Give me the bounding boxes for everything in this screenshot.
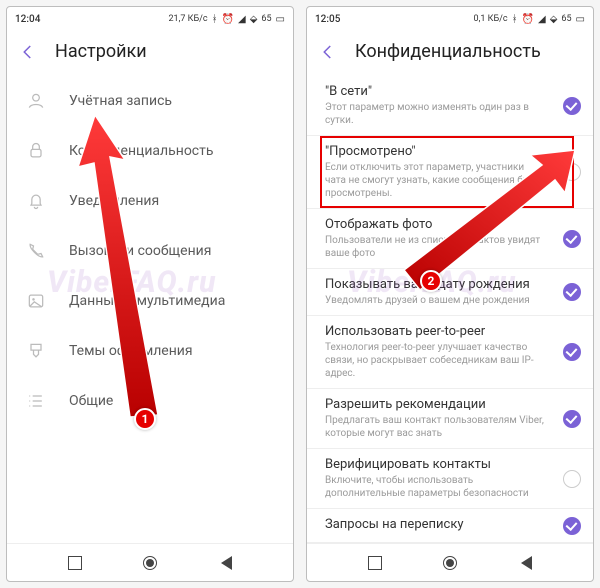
item-title: "В сети" [325, 84, 547, 99]
brush-icon [25, 340, 47, 362]
lock-icon [25, 140, 47, 162]
image-icon [25, 290, 47, 312]
item-label: Конфиденциальность [69, 143, 213, 159]
recent-apps-button[interactable] [68, 556, 82, 570]
list-icon [25, 390, 47, 412]
item-label: Уведомления [69, 193, 159, 209]
item-title: "Просмотрено" [325, 144, 547, 159]
item-title: Отображать фото [325, 217, 547, 232]
privacy-list: "В сети" Этот параметр можно изменять од… [307, 76, 593, 543]
bell-icon [25, 190, 47, 212]
signal-icon: ◢ [538, 14, 546, 25]
item-label: Общие [69, 393, 113, 409]
privacy-item-birthday[interactable]: Показывать вашу дату рождения Уведомлять… [307, 269, 593, 316]
status-time: 12:05 [315, 14, 340, 25]
privacy-item-requests[interactable]: Запросы на переписку [307, 509, 593, 543]
privacy-item-seen[interactable]: "Просмотрено" Если отключить этот параме… [307, 136, 593, 209]
item-title: Запросы на переписку [325, 517, 547, 532]
status-icons: 0,1 КБ/с ᚼ ⏰ ◢ ⬙ 65 ▭ [474, 14, 585, 25]
sidebar-item-privacy[interactable]: Конфиденциальность [7, 126, 293, 176]
item-label: Темы оформления [69, 343, 193, 359]
phone-icon [25, 240, 47, 262]
user-icon [25, 90, 47, 112]
item-desc: Этот параметр можно изменять один раз в … [325, 101, 547, 127]
toggle[interactable] [563, 97, 581, 115]
header: Настройки [7, 31, 293, 76]
back-button[interactable] [218, 556, 232, 570]
item-label: Данные и мультимедиа [69, 293, 225, 309]
android-navbar [307, 543, 593, 581]
battery-icon: ▭ [276, 14, 285, 25]
recent-apps-button[interactable] [368, 556, 382, 570]
wifi-icon: ⬙ [550, 14, 558, 25]
page-title: Настройки [55, 41, 147, 62]
battery-icon: ▭ [576, 14, 585, 25]
settings-list: Учётная запись Конфиденциальность Уведом… [7, 76, 293, 543]
status-bar: 12:05 0,1 КБ/с ᚼ ⏰ ◢ ⬙ 65 ▭ [307, 7, 593, 31]
item-label: Вызовы и сообщения [69, 243, 211, 259]
toggle[interactable] [563, 343, 581, 361]
back-icon[interactable] [319, 43, 337, 61]
header: Конфиденциальность [307, 31, 593, 76]
sidebar-item-themes[interactable]: Темы оформления [7, 326, 293, 376]
item-desc: Технология peer-to-peer улучшает качеств… [325, 341, 547, 380]
alarm-icon: ⏰ [222, 14, 234, 25]
item-desc: Уведомлять друзей о вашем дне рождения [325, 294, 547, 307]
phone-left: 12:04 21,7 КБ/с ᚼ ⏰ ◢ ⬙ 65 ▭ Настройки У… [6, 6, 294, 582]
bluetooth-icon: ᚼ [512, 14, 518, 25]
back-icon[interactable] [19, 43, 37, 61]
toggle[interactable] [563, 470, 581, 488]
item-title: Верифицировать контакты [325, 457, 547, 472]
status-icons: 21,7 КБ/с ᚼ ⏰ ◢ ⬙ 65 ▭ [169, 14, 286, 25]
privacy-item-photo[interactable]: Отображать фото Пользователи не из списк… [307, 209, 593, 269]
privacy-item-p2p[interactable]: Использовать peer-to-peer Технология pee… [307, 316, 593, 389]
sidebar-item-notifications[interactable]: Уведомления [7, 176, 293, 226]
item-label: Учётная запись [69, 93, 172, 109]
phone-right: 12:05 0,1 КБ/с ᚼ ⏰ ◢ ⬙ 65 ▭ Конфиденциал… [306, 6, 594, 582]
sidebar-item-general[interactable]: Общие [7, 376, 293, 426]
item-desc: Пользователи не из списка контактов увид… [325, 234, 547, 260]
item-title: Использовать peer-to-peer [325, 324, 547, 339]
sidebar-item-calls[interactable]: Вызовы и сообщения [7, 226, 293, 276]
item-desc: Включите, чтобы использовать дополнитель… [325, 474, 547, 500]
toggle[interactable] [563, 283, 581, 301]
status-time: 12:04 [15, 14, 40, 25]
sidebar-item-account[interactable]: Учётная запись [7, 76, 293, 126]
page-title: Конфиденциальность [355, 41, 541, 62]
android-navbar [7, 543, 293, 581]
sidebar-item-media[interactable]: Данные и мультимедиа [7, 276, 293, 326]
home-button[interactable] [443, 556, 457, 570]
toggle[interactable] [563, 163, 581, 181]
back-button[interactable] [518, 556, 532, 570]
alarm-icon: ⏰ [522, 14, 534, 25]
signal-icon: ◢ [238, 14, 246, 25]
bluetooth-icon: ᚼ [212, 14, 218, 25]
privacy-item-online[interactable]: "В сети" Этот параметр можно изменять од… [307, 76, 593, 136]
item-desc: Предлагать ваш контакт пользователям Vib… [325, 414, 547, 440]
privacy-item-verify[interactable]: Верифицировать контакты Включите, чтобы … [307, 449, 593, 509]
home-button[interactable] [143, 556, 157, 570]
privacy-item-recommend[interactable]: Разрешить рекомендации Предлагать ваш ко… [307, 389, 593, 449]
status-bar: 12:04 21,7 КБ/с ᚼ ⏰ ◢ ⬙ 65 ▭ [7, 7, 293, 31]
toggle[interactable] [563, 410, 581, 428]
item-title: Показывать вашу дату рождения [325, 277, 547, 292]
item-title: Разрешить рекомендации [325, 397, 547, 412]
toggle[interactable] [563, 230, 581, 248]
item-desc: Если отключить этот параметр, участники … [325, 161, 547, 200]
wifi-icon: ⬙ [250, 14, 258, 25]
toggle[interactable] [563, 517, 581, 535]
